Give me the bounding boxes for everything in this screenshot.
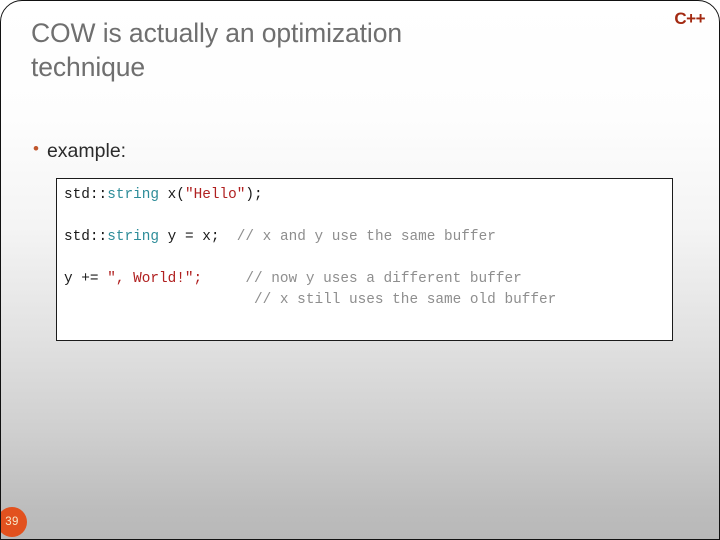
bullet-marker-icon: • xyxy=(33,139,39,158)
page-number-badge: 39 xyxy=(1,507,27,537)
code-token-plain: x( xyxy=(159,187,185,203)
code-token-type: string xyxy=(107,229,160,245)
code-token-string: ", World!"; xyxy=(107,271,203,287)
code-block: std::string x("Hello"); std::string y = x… xyxy=(56,178,673,341)
slide-canvas: C++ COW is actually an optimization tech… xyxy=(0,0,720,540)
code-line: std::string x("Hello"); xyxy=(64,188,672,209)
code-token-plain: :: xyxy=(89,229,108,245)
code-token-plain: std xyxy=(64,229,90,245)
code-token-plain: std xyxy=(64,187,90,203)
code-token-string: "Hello" xyxy=(184,187,246,203)
code-token-plain: y = x; xyxy=(159,229,237,245)
code-token-type: string xyxy=(107,187,160,203)
cpp-logo: C++ xyxy=(674,9,705,28)
code-token-comment: // x still uses the same old buffer xyxy=(254,292,557,308)
code-line: std::string y = x; // x and y use the sa… xyxy=(64,230,672,251)
code-token-comment: // x and y use the same buffer xyxy=(236,229,496,245)
code-line: y += ", World!"; // now y uses a differe… xyxy=(64,272,672,293)
code-token-plain: ); xyxy=(245,187,263,203)
bullet-item-example: • example: xyxy=(33,140,126,163)
code-line: // x still uses the same old buffer xyxy=(64,293,672,314)
code-token-plain: :: xyxy=(89,187,108,203)
page-title: COW is actually an optimization techniqu… xyxy=(31,18,402,82)
code-token-plain: y += xyxy=(64,271,108,287)
code-token-comment: // now y uses a different buffer xyxy=(245,271,522,287)
bullet-item-label: example: xyxy=(46,140,127,162)
